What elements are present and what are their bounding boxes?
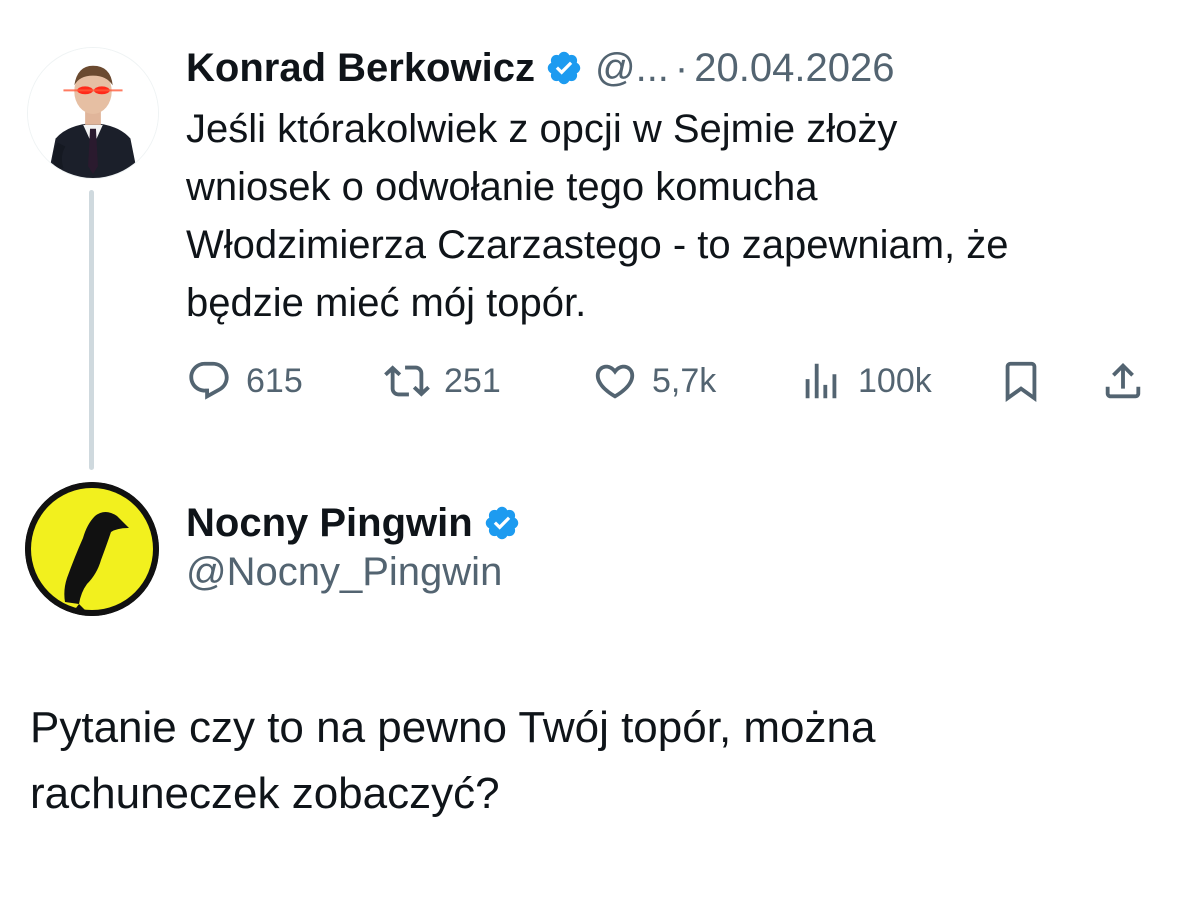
like-count: 5,7k: [652, 361, 717, 400]
reply-body-text: Pytanie czy to na pewno Twój topór, możn…: [30, 703, 876, 818]
verified-badge-icon: [483, 504, 521, 542]
header-separator: ·: [674, 45, 689, 90]
views-button[interactable]: 100k: [798, 352, 932, 410]
tweet-action-bar: 615 251 5,7k 100k: [186, 352, 1151, 410]
verified-badge-icon: [545, 49, 583, 87]
avatar-konrad-berkowicz[interactable]: [27, 47, 159, 179]
share-upload-icon: [1105, 362, 1141, 399]
tweet-date[interactable]: 20.04.2026: [694, 46, 894, 91]
author-display-name[interactable]: Konrad Berkowicz: [186, 46, 535, 91]
reply-header: Nocny Pingwin: [186, 494, 521, 552]
retweet-icon: [384, 365, 430, 397]
reply-button[interactable]: 615: [186, 352, 303, 410]
share-button[interactable]: [1100, 352, 1146, 410]
avatar-photo-man-in-suit: [28, 48, 158, 178]
reply-count: 615: [246, 361, 303, 400]
reply-author-handle[interactable]: @Nocny_Pingwin: [186, 550, 502, 595]
like-button[interactable]: 5,7k: [592, 352, 716, 410]
reply-author-display-name[interactable]: Nocny Pingwin: [186, 501, 473, 546]
tweet-body-text: Jeśli którakolwiek z opcji w Sejmie złoż…: [186, 107, 1009, 325]
comment-bubble-icon: [189, 361, 229, 400]
avatar-nocny-pingwin[interactable]: [25, 482, 159, 616]
avatar-crow-silhouette: [25, 482, 159, 616]
heart-icon: [595, 364, 635, 399]
tweet-header: Konrad Berkowicz @... · 20.04.2026: [186, 40, 894, 96]
retweet-count: 251: [444, 361, 501, 400]
thread-connector-line: [89, 190, 94, 470]
author-handle-truncated[interactable]: @...: [595, 46, 669, 91]
views-count: 100k: [858, 361, 932, 400]
bookmark-icon: [1005, 361, 1037, 402]
bar-chart-icon: [805, 363, 837, 399]
bookmark-button[interactable]: [998, 352, 1044, 410]
retweet-button[interactable]: 251: [384, 352, 501, 410]
